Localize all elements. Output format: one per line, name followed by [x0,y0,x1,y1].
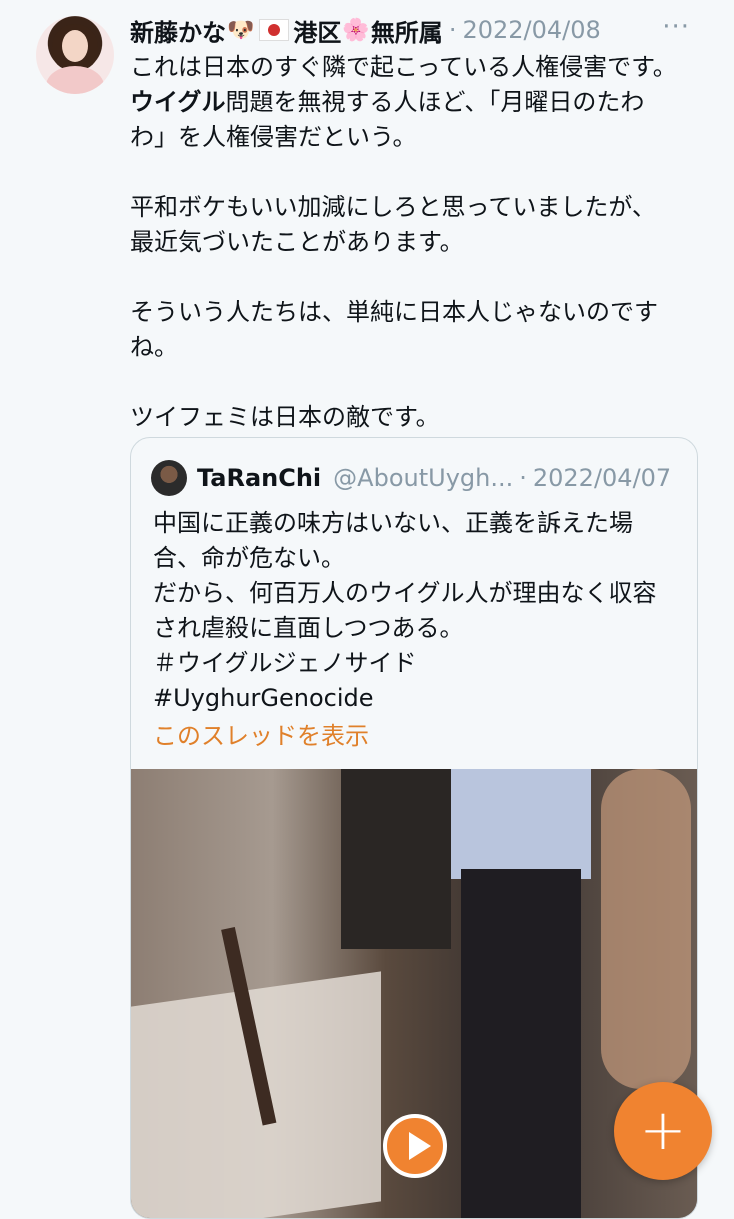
tweet-line: 最近気づいたことがあります。 [130,228,464,256]
quoted-tweet[interactable]: TaRanChi @AboutUygh... · 2022/04/07 中国に正… [130,437,698,1219]
quote-line: 合、命が危ない。 [153,544,345,572]
header-separator: · [448,16,457,44]
quote-body: 中国に正義の味方はいない、正義を訴えた場 合、命が危ない。 だから、何百万人のウ… [153,506,683,716]
quote-date[interactable]: 2022/04/07 [533,464,671,492]
tweet-line: ね。 [130,333,178,361]
avatar-face [62,30,88,62]
dog-emoji-icon: 🐶 [227,17,255,43]
quote-header: TaRanChi @AboutUygh... · 2022/04/07 [197,460,687,496]
more-options-icon[interactable]: ··· [662,12,690,42]
cherry-blossom-emoji-icon: 🌸 [342,17,370,43]
tweet[interactable]: 新藤かな 🐶 港区 🌸 無所属 · 2022/04/08 ··· これは日本のす… [0,0,734,1219]
quote-author-handle[interactable]: @AboutUygh... [333,464,513,492]
hashtag-link[interactable]: #UyghurGenocide [153,681,683,716]
tweet-header: 新藤かな 🐶 港区 🌸 無所属 · 2022/04/08 ··· [130,12,720,48]
tweet-line: わ」を人権侵害だという。 [130,123,417,151]
compose-button[interactable]: + [614,1082,712,1180]
quote-header-separator: · [519,464,527,492]
tweet-line: そういう人たちは、単純に日本人じゃないのです [130,298,658,326]
quote-line: だから、何百万人のウイグル人が理由なく収容 [153,579,657,607]
plus-icon: + [639,1098,687,1163]
japan-flag-icon [259,19,290,41]
quote-line: 中国に正義の味方はいない、正義を訴えた場 [153,509,633,537]
tweet-line: これは日本のすぐ隣で起こっている人権侵害です。 [130,53,677,81]
quote-line: され虐殺に直面しつつある。 [153,614,464,642]
show-thread-link[interactable]: このスレッドを表示 [153,716,369,751]
quote-author-name[interactable]: TaRanChi [197,464,321,492]
author-avatar[interactable] [36,16,114,94]
hashtag-link[interactable]: ＃ウイグルジェノサイド [153,646,683,681]
author-name[interactable]: 新藤かな [130,13,226,48]
play-icon[interactable] [383,1114,447,1178]
tweet-line: ツイフェミは日本の敵です。 [130,403,440,431]
tweet-body: これは日本のすぐ隣で起こっている人権侵害です。 ウイグル問題を無視する人ほど、「… [130,50,715,435]
bold-keyword: ウイグル [130,88,226,116]
author-location: 港区 [293,18,342,47]
video-player[interactable] [131,769,697,1218]
tweet-date[interactable]: 2022/04/08 [462,16,600,44]
author-affiliation: 無所属 [370,18,443,47]
tweet-line: ウイグル問題を無視する人ほど、「月曜日のたわ [130,88,645,116]
tweet-line: 平和ボケもいい加減にしろと思っていましたが、 [130,193,656,221]
avatar-body [46,66,104,94]
quote-author-avatar[interactable] [151,460,187,496]
